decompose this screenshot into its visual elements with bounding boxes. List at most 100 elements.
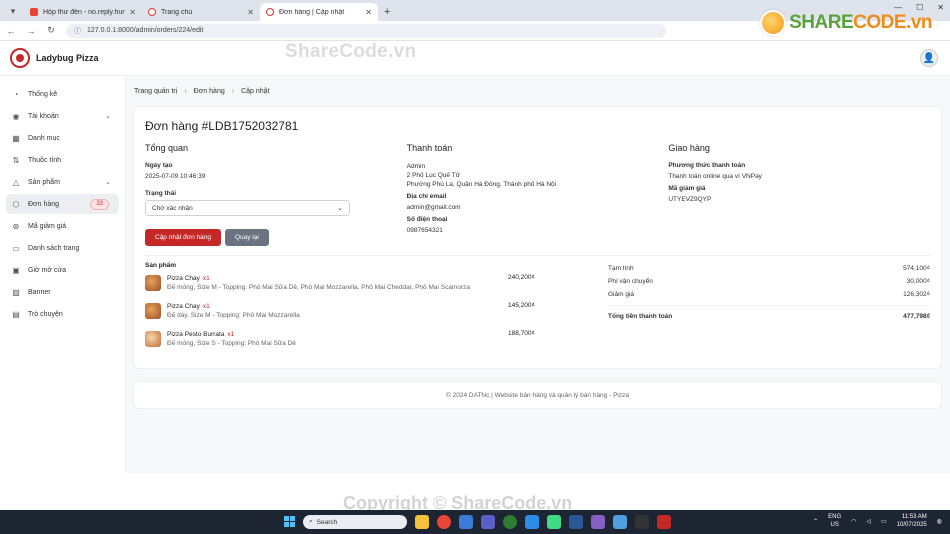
- file-icon: ▭: [12, 243, 20, 253]
- update-order-button[interactable]: Cập nhật đơn hàng: [145, 229, 221, 246]
- visual-studio-icon[interactable]: [591, 515, 605, 529]
- browser-tab-orders[interactable]: Đơn hàng | Cập nhật ✕: [260, 3, 378, 21]
- email-label: Địa chỉ email: [406, 193, 447, 200]
- chart-pie-icon: ◔: [13, 89, 19, 99]
- store-icon[interactable]: [459, 515, 473, 529]
- language-indicator[interactable]: ENG US: [828, 513, 841, 529]
- wifi-icon[interactable]: ◠: [851, 518, 856, 525]
- breadcrumb-item-orders[interactable]: Đơn hàng: [194, 88, 225, 95]
- created-label: Ngày tạo: [145, 162, 173, 169]
- sidebar-item-accounts[interactable]: ◉ Tài khoản ⌄: [6, 106, 119, 126]
- sidebar-item-banner[interactable]: ▨ Banner: [6, 282, 119, 302]
- product-price: 188,700₫: [508, 330, 535, 337]
- battery-icon[interactable]: ▭: [881, 518, 887, 525]
- product-thumbnail: [145, 303, 161, 319]
- app-icon[interactable]: [503, 515, 517, 529]
- sidebar-item-coupons[interactable]: ⊛ Mã giảm giá: [6, 216, 119, 236]
- sidebar-item-label: Banner: [28, 288, 51, 296]
- page-footer: © 2024 DATNc | Website bán hàng và quản …: [133, 381, 942, 409]
- gmail-icon: [30, 8, 38, 16]
- sidebar-item-orders[interactable]: ⬡ Đơn hàng 33: [6, 194, 119, 214]
- sidebar-item-chat[interactable]: ▤ Trò chuyện: [6, 304, 119, 324]
- discount-row: Giảm giá 126,302₫: [608, 288, 930, 301]
- status-label: Trạng thái: [145, 190, 177, 197]
- sidebar-item-pages[interactable]: ▭ Danh sách trang: [6, 238, 119, 258]
- product-row: Pizza Pesto Burrata x1 Đế mỏng, Size S - …: [145, 330, 540, 358]
- sidebar-item-label: Sản phẩm: [28, 178, 60, 186]
- file-explorer-icon[interactable]: [415, 515, 429, 529]
- product-row: Pizza Chay x1 Đế mỏng, Size M - Topping: …: [145, 274, 540, 302]
- taskbar-search[interactable]: ⌕ Search: [303, 515, 407, 529]
- sidebar-item-opening-hours[interactable]: ▣ Giờ mở cửa: [6, 260, 119, 280]
- app-header: Ladybug Pizza ShareCode.vn 👤: [0, 41, 950, 76]
- product-qty: x1: [202, 303, 210, 310]
- clock-time: 11:53 AM: [901, 514, 927, 520]
- shipping-row: Phí vận chuyển 30,000₫: [608, 275, 930, 288]
- sharecode-logo: SHARECODE.vn: [760, 10, 932, 36]
- percent-icon: ⊛: [12, 221, 20, 231]
- back-icon[interactable]: ←: [6, 26, 16, 36]
- snipping-tool-icon[interactable]: [613, 515, 627, 529]
- browser-tab-gmail[interactable]: Hộp thư đến - no.reply.hungdc ✕: [24, 3, 142, 21]
- orders-count-badge: 33: [90, 198, 109, 210]
- sidebar-item-label: Tài khoản: [28, 112, 59, 120]
- customer-name: Admin: [406, 163, 426, 170]
- user-circle-icon: ◉: [12, 111, 20, 121]
- payment-heading: Thanh toán: [406, 143, 453, 153]
- url-field[interactable]: ⓘ 127.0.0.1:8000/admin/orders/224/edit: [66, 23, 666, 38]
- taskbar-apps: [415, 515, 671, 529]
- overview-section: Tổng quan Ngày tạo 2025-07-09 10:46:39 T…: [145, 143, 407, 246]
- browser-tab-home[interactable]: Trang chủ ✕: [142, 3, 260, 21]
- word-icon[interactable]: [569, 515, 583, 529]
- payment-method-value: Thanh toán online qua ví VNPay: [668, 173, 762, 180]
- notification-icon[interactable]: ◍: [937, 518, 942, 525]
- close-icon[interactable]: ✕: [129, 8, 136, 17]
- sort-icon: ⇅: [12, 155, 20, 165]
- keyboard-layout: US: [830, 522, 839, 528]
- forward-icon[interactable]: →: [26, 26, 36, 36]
- close-window-icon[interactable]: ✕: [937, 3, 944, 12]
- site-info-icon[interactable]: ⓘ: [74, 26, 81, 36]
- ladybug-logo-icon[interactable]: [10, 48, 30, 68]
- box-icon: ⬡: [12, 199, 20, 209]
- address-line-1: 2 Phố Lục Quế Tử: [406, 172, 461, 179]
- media-icon[interactable]: [657, 515, 671, 529]
- product-qty: x1: [202, 275, 210, 282]
- sidebar-item-statistics[interactable]: ◔ Thống kê: [6, 84, 119, 104]
- sidebar-item-attributes[interactable]: ⇅ Thuộc tính: [6, 150, 119, 170]
- chevron-up-icon[interactable]: ⌃: [813, 518, 818, 525]
- volume-icon[interactable]: ◁: [866, 518, 871, 525]
- chrome-icon[interactable]: [437, 515, 451, 529]
- payment-section: Thanh toán Admin 2 Phố Lục Quế Tử Phường…: [407, 143, 669, 246]
- new-tab-icon[interactable]: +: [384, 6, 390, 18]
- tab-list-icon[interactable]: ▾: [6, 4, 20, 18]
- terminal-icon[interactable]: [635, 515, 649, 529]
- calendar-icon: ▣: [12, 265, 20, 275]
- sidebar-item-categories[interactable]: ▦ Danh mục: [6, 128, 119, 148]
- sidebar-item-label: Thuộc tính: [28, 156, 62, 164]
- vscode-icon[interactable]: [525, 515, 539, 529]
- reload-icon[interactable]: ↻: [46, 25, 56, 36]
- android-studio-icon[interactable]: [547, 515, 561, 529]
- breadcrumb-item-dashboard[interactable]: Trang quản trị: [134, 88, 177, 95]
- sidebar-item-products[interactable]: △ Sản phẩm ⌄: [6, 172, 119, 192]
- status-select[interactable]: Chờ xác nhận ⌄: [145, 200, 350, 216]
- products-list: Sản phẩm Pizza Chay x1 Đế mỏng, Size M - …: [145, 262, 540, 358]
- order-card: Đơn hàng #LDB1752032781 Tổng quan Ngày t…: [133, 106, 942, 369]
- breadcrumb-item-update: Cập nhật: [241, 87, 270, 95]
- brand-name[interactable]: Ladybug Pizza: [36, 53, 99, 63]
- back-button[interactable]: Quay lại: [224, 229, 269, 246]
- user-avatar[interactable]: 👤: [920, 49, 938, 67]
- url-text: 127.0.0.1:8000/admin/orders/224/edit: [87, 27, 204, 34]
- teams-icon[interactable]: [481, 515, 495, 529]
- chevron-right-icon: ›: [231, 87, 235, 95]
- windows-start-icon[interactable]: [284, 516, 295, 527]
- close-icon[interactable]: ✕: [365, 8, 372, 17]
- close-icon[interactable]: ✕: [247, 8, 254, 17]
- product-thumbnail: [145, 331, 161, 347]
- chat-icon: ▤: [12, 309, 20, 319]
- product-price: 240,200₫: [508, 274, 535, 281]
- grand-total-value: 477,798₫: [903, 313, 930, 320]
- page-title: Đơn hàng #LDB1752032781: [145, 119, 299, 133]
- clock[interactable]: 11:53 AM 10/07/2025: [897, 513, 927, 529]
